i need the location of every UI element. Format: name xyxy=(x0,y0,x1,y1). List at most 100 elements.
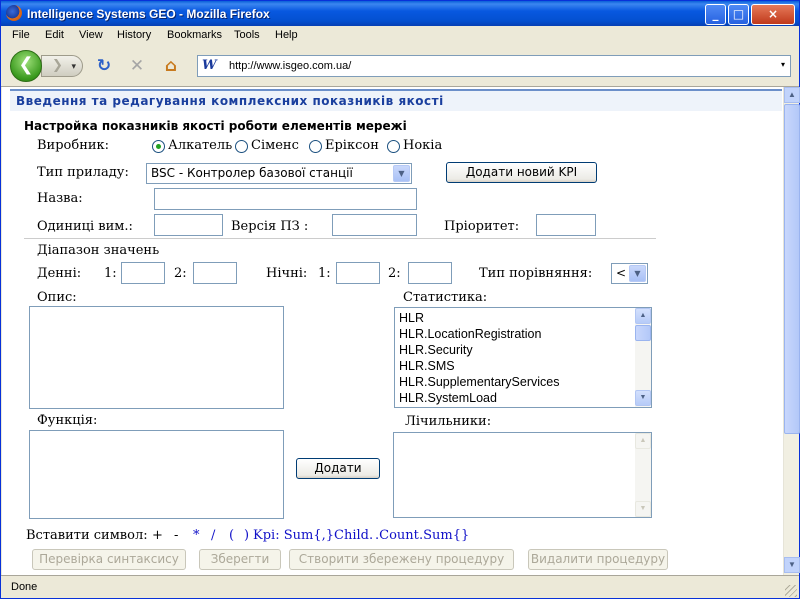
day-2-label: 2: xyxy=(174,266,187,281)
menu-edit[interactable]: Edit xyxy=(45,29,64,41)
scroll-thumb[interactable] xyxy=(635,325,651,341)
list-item[interactable]: HLR.SystemLoad xyxy=(399,391,497,405)
scroll-up-icon[interactable]: ▲ xyxy=(635,308,651,324)
night-label: Нічні: xyxy=(266,266,308,281)
list-item[interactable]: HLR.LocationRegistration xyxy=(399,327,541,341)
menu-history[interactable]: History xyxy=(117,29,151,41)
window-title: Intelligence Systems GEO - Mozilla Firef… xyxy=(27,7,270,21)
day-label: Денні: xyxy=(37,266,82,281)
compare-type-label: Тип порівняння: xyxy=(479,266,593,281)
menu-bar: File Edit View History Bookmarks Tools H… xyxy=(1,26,799,45)
symbol-close-paren[interactable]: ) xyxy=(244,528,249,543)
back-button[interactable]: ❮ xyxy=(10,50,42,82)
page-content: Введення та редагування комплексних пока… xyxy=(2,87,783,575)
create-procedure-button[interactable]: Створити збережену процедуру xyxy=(289,549,514,570)
units-input[interactable] xyxy=(154,214,223,236)
device-type-select[interactable]: BSC - Контролер базової станції ▼ xyxy=(146,163,412,184)
browser-window: Intelligence Systems GEO - Mozilla Firef… xyxy=(0,0,800,599)
symbol-plus[interactable]: + xyxy=(152,528,163,543)
url-bar[interactable]: W http://www.isgeo.com.ua/ ▾ xyxy=(197,55,791,77)
statistics-list[interactable]: HLR HLR.LocationRegistration HLR.Securit… xyxy=(394,307,652,408)
status-text: Done xyxy=(11,581,38,593)
menu-tools[interactable]: Tools xyxy=(234,29,260,41)
chevron-down-icon[interactable]: ▼ xyxy=(629,265,646,282)
symbol-divide[interactable]: / xyxy=(211,528,215,543)
compare-type-select[interactable]: < ▼ xyxy=(611,263,648,284)
vendor-radio-nokia[interactable] xyxy=(387,140,400,153)
scroll-down-icon[interactable]: ▼ xyxy=(784,557,800,573)
vendor-label-ericsson: Еріксон xyxy=(325,138,379,153)
symbol-kpi-sum[interactable]: Kpi: Sum{,} xyxy=(253,528,334,543)
close-button[interactable]: × xyxy=(751,4,795,25)
divider xyxy=(24,238,656,239)
minimize-button[interactable]: _ xyxy=(705,4,726,25)
symbol-open-paren[interactable]: ( xyxy=(229,528,234,543)
device-type-value: BSC - Контролер базової станції xyxy=(151,166,353,180)
list-item[interactable]: HLR xyxy=(399,311,424,325)
list-item[interactable]: HLR.SupplementaryServices xyxy=(399,375,560,389)
symbol-count[interactable]: .Count xyxy=(375,528,419,543)
priority-input[interactable] xyxy=(536,214,596,236)
counters-scrollbar[interactable]: ▲ ▼ xyxy=(635,433,651,517)
night-2-input[interactable] xyxy=(408,262,452,284)
day-2-input[interactable] xyxy=(193,262,237,284)
resize-grip-icon[interactable] xyxy=(785,585,797,597)
home-icon[interactable]: ⌂ xyxy=(161,56,181,76)
night-1-input[interactable] xyxy=(336,262,380,284)
delete-procedure-button[interactable]: Видалити процедуру xyxy=(528,549,668,570)
symbol-minus[interactable]: - xyxy=(174,528,178,543)
list-item[interactable]: HLR.SMS xyxy=(399,359,455,373)
menu-file[interactable]: File xyxy=(12,29,30,41)
units-label: Одиниці вим.: xyxy=(37,219,133,234)
priority-label: Пріоритет: xyxy=(444,219,520,234)
chevron-down-icon[interactable]: ▼ xyxy=(393,165,410,182)
check-syntax-button[interactable]: Перевірка синтаксису xyxy=(32,549,186,570)
name-input[interactable] xyxy=(154,188,417,210)
reload-icon[interactable]: ↻ xyxy=(94,56,114,76)
counters-list[interactable]: ▲ ▼ xyxy=(393,432,652,518)
section-title: Настройка показників якості роботи елеме… xyxy=(24,119,407,133)
vendor-label-alcatel: Алкатель xyxy=(168,138,233,153)
forward-button[interactable]: ❯ ▾ xyxy=(41,55,83,77)
vendor-radio-ericsson[interactable] xyxy=(309,140,322,153)
insert-symbol-label: Вставити символ: xyxy=(26,528,148,543)
night-1-label: 1: xyxy=(318,266,331,281)
forward-dropdown-icon[interactable]: ▾ xyxy=(71,62,76,72)
vendor-label-nokia: Нокіа xyxy=(403,138,443,153)
page-scrollbar[interactable]: ▲ ▼ xyxy=(783,87,800,575)
function-label: Функція: xyxy=(37,413,98,428)
firefox-icon xyxy=(6,5,22,21)
stop-icon[interactable]: ✕ xyxy=(127,56,147,76)
save-button[interactable]: Зберегти xyxy=(199,549,281,570)
symbol-child[interactable]: Child. xyxy=(334,528,373,543)
list-item[interactable]: HLR.Security xyxy=(399,343,473,357)
url-dropdown-icon[interactable]: ▾ xyxy=(781,60,785,69)
scroll-up-icon[interactable]: ▲ xyxy=(784,87,800,103)
range-label: Діапазон значень xyxy=(37,243,160,258)
vendor-radio-siemens[interactable] xyxy=(235,140,248,153)
url-text[interactable]: http://www.isgeo.com.ua/ xyxy=(229,60,351,72)
menu-help[interactable]: Help xyxy=(275,29,298,41)
function-textarea[interactable] xyxy=(29,430,284,519)
add-button[interactable]: Додати xyxy=(296,458,380,479)
description-label: Опис: xyxy=(37,290,77,305)
sw-version-input[interactable] xyxy=(332,214,417,236)
menu-bookmarks[interactable]: Bookmarks xyxy=(167,29,222,41)
maximize-button[interactable]: □ xyxy=(728,4,749,25)
vendor-radio-alcatel[interactable] xyxy=(152,140,165,153)
day-1-label: 1: xyxy=(104,266,117,281)
scroll-down-icon[interactable]: ▼ xyxy=(635,501,651,517)
scroll-thumb[interactable] xyxy=(784,104,800,434)
scroll-up-icon[interactable]: ▲ xyxy=(635,433,651,449)
symbol-sum[interactable]: .Sum{} xyxy=(419,528,469,543)
statistics-scrollbar[interactable]: ▲ ▼ xyxy=(635,308,651,407)
description-textarea[interactable] xyxy=(29,306,284,409)
menu-view[interactable]: View xyxy=(79,29,103,41)
add-kpi-button[interactable]: Додати новий KPI xyxy=(446,162,597,183)
scroll-down-icon[interactable]: ▼ xyxy=(635,390,651,406)
symbol-multiply[interactable]: * xyxy=(193,528,200,543)
page-header: Введення та редагування комплексних пока… xyxy=(10,89,782,111)
status-bar: Done xyxy=(1,575,799,598)
day-1-input[interactable] xyxy=(121,262,165,284)
statistics-label: Статистика: xyxy=(403,290,488,305)
